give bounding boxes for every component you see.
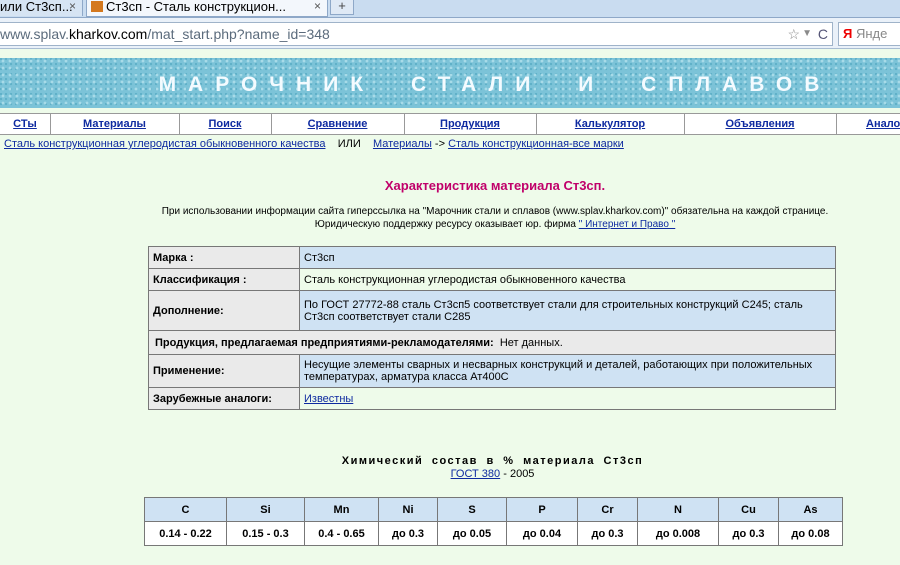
chem-header-cell: S bbox=[437, 497, 507, 522]
breadcrumb-or: ИЛИ bbox=[337, 138, 361, 150]
table-row: C Si Mn Ni S P Cr N Cu As bbox=[144, 497, 843, 522]
new-tab-button[interactable]: + bbox=[330, 0, 354, 15]
chem-value-cell: до 0.05 bbox=[437, 521, 507, 546]
chem-header-cell: Si bbox=[226, 497, 305, 522]
chemical-composition-table: C Si Mn Ni S P Cr N Cu As 0.14 - 0.22 0.… bbox=[144, 497, 843, 546]
chem-value-cell: 0.15 - 0.3 bbox=[226, 521, 305, 546]
chem-value-cell: 0.4 - 0.65 bbox=[304, 521, 379, 546]
notice-line-2-text: Юридическую поддержку ресурсу оказывает … bbox=[314, 219, 576, 230]
notice-line-2: Юридическую поддержку ресурсу оказывает … bbox=[0, 218, 900, 231]
chem-header-cell: Cr bbox=[577, 497, 638, 522]
tab-previous[interactable]: или Ст3сп... × bbox=[0, 0, 83, 16]
nav-item-materials[interactable]: Материалы bbox=[50, 114, 180, 134]
table-row: Применение: Несущие элементы сварных и н… bbox=[148, 354, 836, 388]
chem-header-cell: C bbox=[144, 497, 227, 522]
chem-header-cell: Mn bbox=[304, 497, 379, 522]
main-nav: СТы Материалы Поиск Сравнение Продукция … bbox=[0, 113, 900, 135]
close-icon[interactable]: × bbox=[314, 0, 321, 13]
classification-value: Сталь конструкционная углеродистая обыкн… bbox=[299, 268, 836, 291]
table-row: Классификация : Сталь конструкционная уг… bbox=[148, 268, 836, 291]
usage-notice: При использовании информации сайта гипер… bbox=[0, 205, 900, 231]
breadcrumb-arrow: -> bbox=[434, 138, 446, 150]
application-key: Применение: bbox=[148, 354, 300, 388]
nav-item-compare[interactable]: Сравнение bbox=[271, 114, 405, 134]
addition-key: Дополнение: bbox=[148, 290, 300, 331]
foreign-analogs-link[interactable]: Известны bbox=[304, 393, 353, 405]
gost-reference: ГОСТ 380 - 2005 bbox=[0, 468, 900, 480]
tab-active[interactable]: Ст3сп - Сталь конструкцион... × bbox=[86, 0, 328, 17]
table-row: Дополнение: По ГОСТ 27772-88 сталь Ст3сп… bbox=[148, 290, 836, 331]
nav-item-analogs[interactable]: Анало bbox=[836, 114, 900, 134]
chem-header-cell: Ni bbox=[378, 497, 438, 522]
chem-value-cell: до 0.008 bbox=[637, 521, 719, 546]
chem-value-cell: 0.14 - 0.22 bbox=[144, 521, 227, 546]
chem-header-cell: N bbox=[637, 497, 719, 522]
page-title: Характеристика материала Ст3сп. bbox=[384, 178, 606, 193]
nav-item-ads[interactable]: Объявления bbox=[684, 114, 837, 134]
foreign-analogs-value: Известны bbox=[299, 387, 836, 410]
search-box[interactable]: Я Янде bbox=[838, 22, 900, 46]
search-placeholder: Янде bbox=[855, 26, 888, 41]
table-row: Продукция, предлагаемая предприятиями-ре… bbox=[148, 330, 836, 355]
law-firm-link[interactable]: " Интернет и Право " bbox=[579, 219, 676, 230]
address-bar[interactable]: www.splav.kharkov.com/mat_start.php?name… bbox=[0, 22, 833, 46]
favicon-icon bbox=[91, 1, 103, 12]
chem-value-cell: до 0.3 bbox=[577, 521, 638, 546]
addition-value: По ГОСТ 27772-88 сталь Ст3сп5 соответств… bbox=[299, 290, 836, 331]
url-path: /mat_start.php?name_id=348 bbox=[147, 26, 330, 42]
close-icon[interactable]: × bbox=[69, 0, 76, 13]
table-row: 0.14 - 0.22 0.15 - 0.3 0.4 - 0.65 до 0.3… bbox=[144, 521, 843, 546]
breadcrumb-class-link[interactable]: Сталь конструкционная углеродистая обыкн… bbox=[4, 138, 325, 150]
browser-toolbar: www.splav.kharkov.com/mat_start.php?name… bbox=[0, 18, 900, 49]
tab-previous-label: или Ст3сп... bbox=[0, 0, 73, 14]
products-key: Продукция, предлагаемая предприятиями-ре… bbox=[155, 336, 494, 349]
tab-strip: или Ст3сп... × Ст3сп - Сталь конструкцио… bbox=[0, 0, 900, 18]
application-value: Несущие элементы сварных и несварных кон… bbox=[299, 354, 836, 388]
classification-key: Классификация : bbox=[148, 268, 300, 291]
nav-item-calculator[interactable]: Калькулятор bbox=[536, 114, 685, 134]
marka-value: Ст3сп bbox=[299, 246, 836, 269]
dropdown-arrow-icon[interactable]: ▼ bbox=[802, 23, 812, 45]
products-row: Продукция, предлагаемая предприятиями-ре… bbox=[148, 330, 836, 355]
foreign-analogs-key: Зарубежные аналоги: bbox=[148, 387, 300, 410]
chem-header-cell: As bbox=[778, 497, 843, 522]
notice-line-1: При использовании информации сайта гипер… bbox=[161, 206, 829, 217]
material-properties-table: Марка : Ст3сп Классификация : Сталь конс… bbox=[148, 246, 836, 410]
table-row: Марка : Ст3сп bbox=[148, 246, 836, 269]
marka-key: Марка : bbox=[148, 246, 300, 269]
yandex-icon: Я bbox=[843, 26, 853, 41]
nav-item-gosts[interactable]: СТы bbox=[0, 114, 51, 134]
breadcrumb-all-grades-link[interactable]: Сталь конструкционная-все марки bbox=[448, 138, 624, 150]
gost-link[interactable]: ГОСТ 380 bbox=[451, 468, 501, 480]
nav-item-search[interactable]: Поиск bbox=[179, 114, 272, 134]
site-banner: МАРОЧНИК СТАЛИ И СПЛАВОВ bbox=[0, 58, 900, 108]
nav-item-products[interactable]: Продукция bbox=[404, 114, 537, 134]
reload-icon[interactable]: C bbox=[818, 23, 828, 45]
chem-value-cell: до 0.08 bbox=[778, 521, 843, 546]
breadcrumb: Сталь конструкционная углеродистая обыкн… bbox=[4, 138, 624, 150]
chem-value-cell: до 0.3 bbox=[718, 521, 779, 546]
chem-value-cell: до 0.3 bbox=[378, 521, 438, 546]
chem-value-cell: до 0.04 bbox=[506, 521, 578, 546]
products-value: Нет данных. bbox=[499, 336, 563, 349]
site-title: МАРОЧНИК СТАЛИ И СПЛАВОВ bbox=[158, 73, 832, 96]
gost-year: - 2005 bbox=[503, 468, 535, 480]
chem-header-cell: Cu bbox=[718, 497, 779, 522]
url-domain: kharkov.com bbox=[68, 26, 148, 42]
chem-section-title: Химический состав в % материала Ст3сп bbox=[341, 455, 644, 467]
url-prefix: www.splav. bbox=[0, 26, 69, 42]
bookmark-star-icon[interactable]: ☆ bbox=[787, 23, 800, 45]
breadcrumb-materials-link[interactable]: Материалы bbox=[373, 138, 432, 150]
chem-header-cell: P bbox=[506, 497, 578, 522]
tab-active-label: Ст3сп - Сталь конструкцион... bbox=[106, 0, 286, 14]
table-row: Зарубежные аналоги: Известны bbox=[148, 387, 836, 410]
